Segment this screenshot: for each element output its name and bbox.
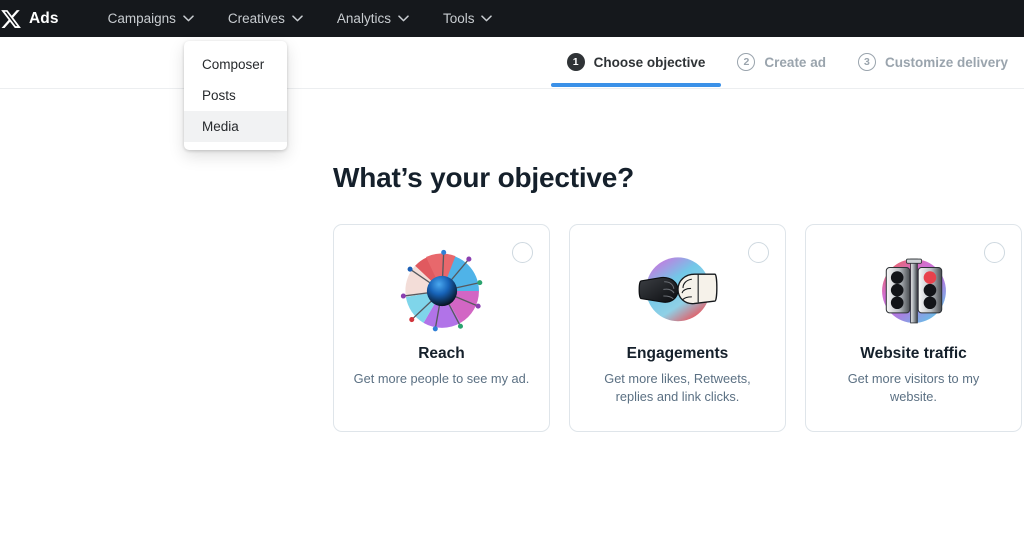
stepper-bar: 1 Choose objective 2 Create ad 3 Customi… bbox=[0, 37, 1024, 89]
chevron-down-icon bbox=[292, 15, 303, 22]
objective-description: Get more visitors to my website. bbox=[847, 371, 980, 404]
dropdown-item-label: Composer bbox=[202, 57, 265, 72]
objective-title: Reach bbox=[418, 345, 465, 362]
step-number: 2 bbox=[737, 53, 756, 71]
nav-item-label: Creatives bbox=[227, 11, 285, 26]
brand-logo[interactable]: Ads bbox=[0, 8, 59, 30]
nav-item-campaigns[interactable]: Campaigns bbox=[91, 0, 211, 37]
step-label: Choose objective bbox=[593, 54, 706, 70]
dropdown-item-posts[interactable]: Posts bbox=[184, 80, 287, 111]
creatives-dropdown-menu: Composer Posts Media bbox=[184, 41, 287, 150]
objective-title: Website traffic bbox=[860, 345, 967, 362]
objective-radio-engagements[interactable] bbox=[748, 242, 769, 263]
step-create-ad[interactable]: 2 Create ad bbox=[721, 37, 842, 87]
objective-radio-website-traffic[interactable] bbox=[984, 242, 1005, 263]
objective-card-reach[interactable]: Reach Get more people to see my ad. bbox=[333, 224, 550, 432]
dropdown-bottom-padding bbox=[184, 142, 287, 150]
objective-radio-reach[interactable] bbox=[512, 242, 533, 263]
dropdown-item-label: Media bbox=[202, 119, 239, 134]
x-logo-icon bbox=[0, 8, 22, 30]
objective-card-list: Reach Get more people to see my ad. Enga… bbox=[333, 224, 1022, 432]
dropdown-item-media[interactable]: Media bbox=[184, 111, 287, 142]
objective-description: Get more people to see my ad. bbox=[353, 371, 530, 386]
step-label: Create ad bbox=[764, 54, 826, 70]
dropdown-item-composer[interactable]: Composer bbox=[184, 49, 287, 80]
brand-label: Ads bbox=[29, 9, 59, 27]
chevron-down-icon bbox=[183, 15, 194, 22]
top-navigation-bar: Ads Campaigns Creatives Analytics Tools bbox=[0, 0, 1024, 37]
step-choose-objective[interactable]: 1 Choose objective bbox=[550, 37, 722, 87]
chevron-down-icon bbox=[398, 15, 409, 22]
objective-description: Get more likes, Retweets, replies and li… bbox=[604, 371, 751, 404]
nav-items: Campaigns Creatives Analytics Tools bbox=[91, 0, 510, 37]
objective-card-engagements[interactable]: Engagements Get more likes, Retweets, re… bbox=[569, 224, 786, 432]
active-step-underline bbox=[550, 83, 722, 87]
nav-item-tools[interactable]: Tools bbox=[426, 0, 510, 37]
step-number: 1 bbox=[566, 53, 585, 71]
step-number: 3 bbox=[857, 53, 876, 71]
dropdown-item-label: Posts bbox=[202, 88, 236, 103]
step-label: Customize delivery bbox=[884, 54, 1008, 70]
objective-card-website-traffic[interactable]: Website traffic Get more visitors to my … bbox=[805, 224, 1022, 432]
stepper-steps: 1 Choose objective 2 Create ad 3 Customi… bbox=[550, 37, 1024, 89]
objective-title: Engagements bbox=[626, 345, 729, 362]
reach-pinwheel-icon bbox=[400, 225, 484, 333]
nav-item-label: Campaigns bbox=[107, 11, 176, 26]
nav-item-analytics[interactable]: Analytics bbox=[320, 0, 426, 37]
chevron-down-icon bbox=[481, 15, 493, 22]
nav-item-label: Tools bbox=[442, 11, 475, 26]
fist-bump-icon bbox=[636, 225, 720, 333]
traffic-light-icon bbox=[872, 225, 956, 333]
step-customize-delivery[interactable]: 3 Customize delivery bbox=[842, 37, 1024, 87]
nav-item-label: Analytics bbox=[336, 11, 391, 26]
page-title: What’s your objective? bbox=[333, 162, 635, 193]
nav-item-creatives[interactable]: Creatives bbox=[211, 0, 320, 37]
